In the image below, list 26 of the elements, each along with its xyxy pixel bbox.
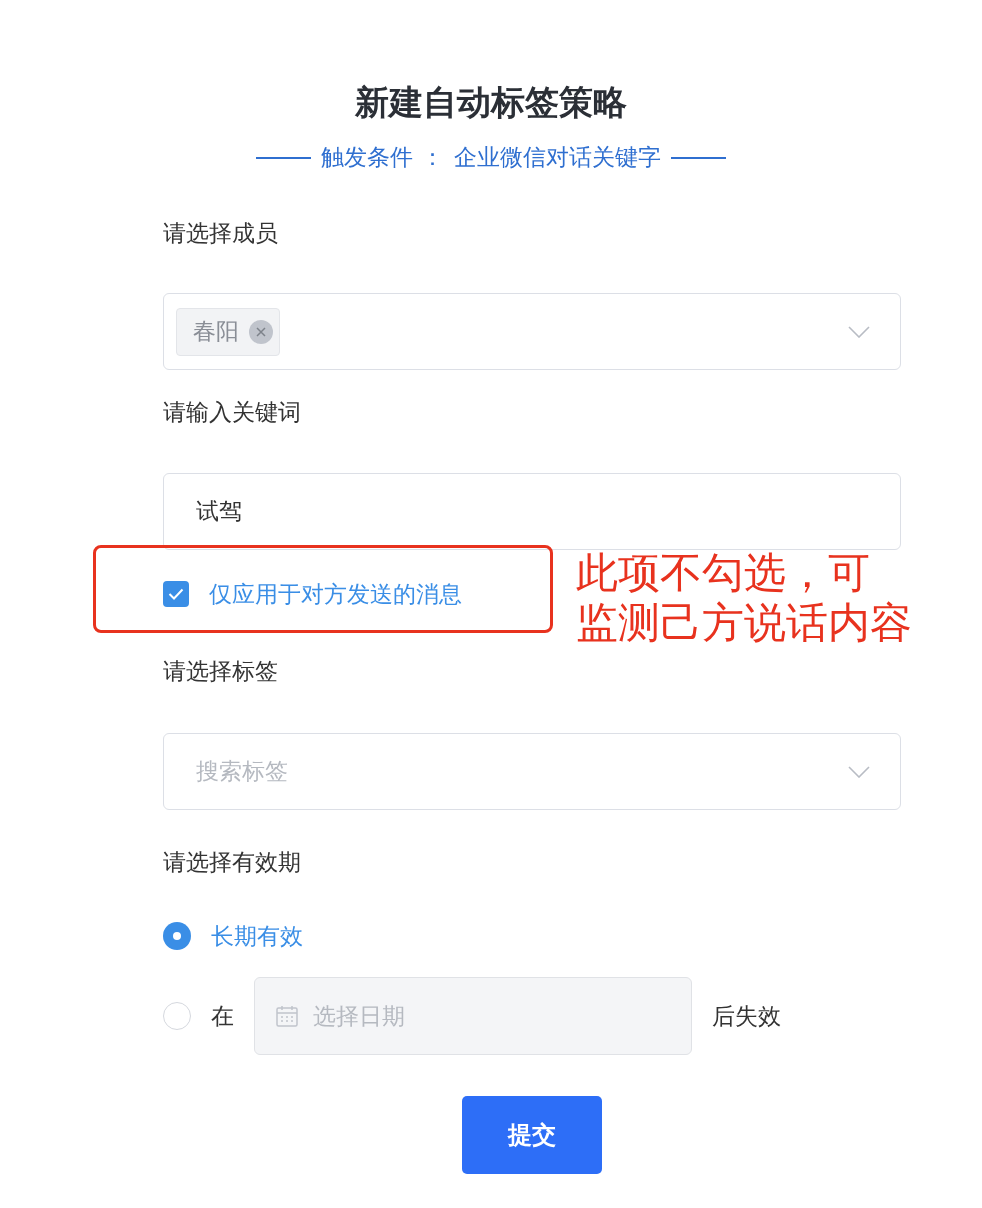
annotation-text: 此项不勾选，可 监测己方说话内容 (576, 548, 912, 648)
trigger-label: 触发条件 ： (321, 143, 444, 172)
submit-button[interactable]: 提交 (462, 1096, 602, 1174)
form-title: 新建自动标签策略 (354, 81, 628, 124)
trigger-value: 企业微信对话关键字 (453, 143, 661, 172)
member-select[interactable]: 春阳 (163, 293, 901, 370)
chevron-down-icon (848, 765, 870, 778)
member-tag: 春阳 (176, 307, 280, 356)
chevron-down-icon (848, 325, 870, 338)
radio-button[interactable] (163, 1002, 191, 1030)
field-label: 请选择有效期 (163, 849, 301, 875)
remove-icon[interactable] (249, 319, 273, 344)
calendar-icon (275, 1004, 299, 1028)
radio-label: 长期有效 (211, 921, 303, 951)
tag-select[interactable]: 搜索标签 (163, 733, 901, 810)
date-field[interactable]: 选择日期 (254, 977, 692, 1055)
keyword-field[interactable]: 试驾 (163, 473, 901, 550)
checkmark-icon (168, 588, 184, 600)
radio-label: 在 (211, 1001, 234, 1031)
radio-button[interactable] (163, 922, 191, 950)
field-label: 请输入关键词 (163, 399, 301, 425)
field-label: 请选择标签 (163, 658, 278, 684)
field-label: 请选择成员 (163, 220, 278, 246)
radio-label: 后失效 (712, 1001, 781, 1031)
checkbox[interactable] (163, 581, 189, 607)
checkbox-label[interactable]: 仅应用于对方发送的消息 (209, 578, 462, 610)
